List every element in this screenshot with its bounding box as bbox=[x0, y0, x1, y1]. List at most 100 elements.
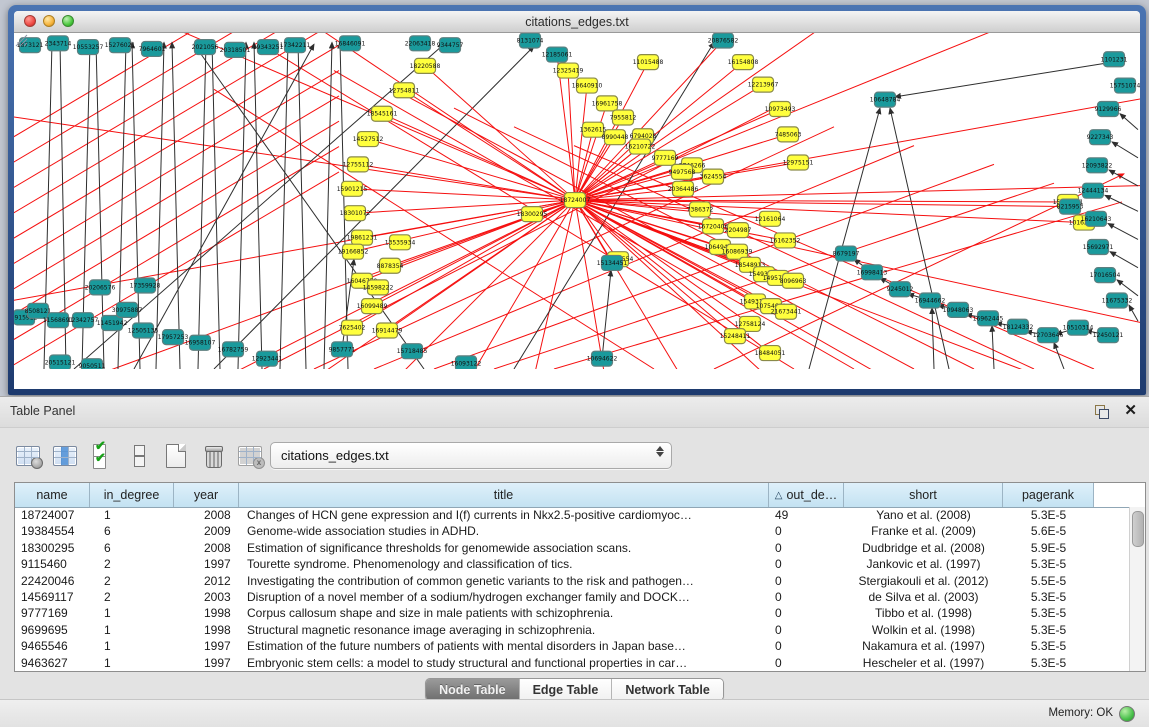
table-row[interactable]: 1830029562008Estimation of significance … bbox=[15, 540, 1130, 556]
red-edge[interactable] bbox=[568, 71, 575, 201]
table-cell[interactable]: 5.3E-5 bbox=[1003, 605, 1094, 621]
table-cell[interactable]: 1997 bbox=[174, 638, 239, 654]
graph-node[interactable]: 20515121 bbox=[45, 355, 76, 369]
black-edge[interactable] bbox=[932, 308, 934, 369]
column-header-name[interactable]: name bbox=[15, 483, 90, 507]
graph-node[interactable]: 22063418 bbox=[405, 36, 436, 51]
graph-node[interactable]: 19166852 bbox=[338, 244, 369, 259]
column-header-year[interactable]: year bbox=[174, 483, 239, 507]
close-window-icon[interactable] bbox=[24, 15, 36, 27]
table-cell[interactable]: 6 bbox=[90, 523, 174, 539]
graph-node[interactable]: 17359928 bbox=[130, 278, 161, 293]
table-cell[interactable]: Tourette syndrome. Phenomenology and cla… bbox=[239, 556, 769, 572]
close-panel-icon[interactable]: ✕ bbox=[1124, 402, 1137, 420]
graph-node[interactable]: 17342211 bbox=[280, 38, 311, 53]
graph-node[interactable]: 17016504 bbox=[1090, 268, 1121, 283]
graph-node[interactable]: 12213967 bbox=[748, 77, 779, 92]
table-cell[interactable]: 18300295 bbox=[15, 540, 90, 556]
table-cell[interactable]: 5.3E-5 bbox=[1003, 622, 1094, 638]
table-cell[interactable]: 9699695 bbox=[15, 622, 90, 638]
graph-node[interactable]: 15718485 bbox=[397, 344, 428, 359]
graph-node[interactable]: 2343714 bbox=[45, 36, 72, 51]
graph-node[interactable]: 10553257 bbox=[73, 40, 104, 55]
table-cell[interactable]: de Silva et al. (2003) bbox=[844, 589, 1003, 605]
black-edge[interactable] bbox=[1108, 224, 1138, 240]
black-edge[interactable] bbox=[214, 46, 534, 369]
graph-node[interactable]: 15276021 bbox=[105, 38, 136, 53]
graph-node[interactable]: 13535934 bbox=[385, 235, 416, 250]
graph-node[interactable]: 8878354 bbox=[377, 258, 404, 273]
table-row[interactable]: 1456911722003Disruption of a novel membe… bbox=[15, 589, 1130, 605]
table-scrollbar[interactable] bbox=[1129, 507, 1145, 671]
graph-node[interactable]: 16958107 bbox=[185, 335, 216, 350]
resize-grip-icon[interactable] bbox=[14, 33, 28, 47]
table-cell[interactable]: 0 bbox=[769, 655, 844, 671]
graph-node[interactable]: 12975151 bbox=[783, 155, 814, 170]
graph-node[interactable]: 11675332 bbox=[1102, 293, 1133, 308]
graph-node[interactable]: 10948063 bbox=[943, 302, 974, 317]
graph-node[interactable]: 15901215 bbox=[337, 181, 368, 196]
table-cell[interactable]: 6 bbox=[90, 540, 174, 556]
table-cell[interactable]: 22420046 bbox=[15, 573, 90, 589]
graph-node[interactable]: 9227343 bbox=[1087, 130, 1114, 145]
tab-node-table[interactable]: Node Table bbox=[426, 679, 519, 700]
graph-node[interactable]: 9857771 bbox=[329, 342, 356, 357]
table-cell[interactable]: Hescheler et al. (1997) bbox=[844, 655, 1003, 671]
graph-node[interactable]: 14598222 bbox=[363, 280, 394, 295]
graph-node[interactable]: 18124332 bbox=[1003, 319, 1034, 334]
graph-node[interactable]: 16162352 bbox=[770, 233, 801, 248]
table-cell[interactable]: 1 bbox=[90, 605, 174, 621]
table-cell[interactable]: 5.3E-5 bbox=[1003, 507, 1094, 523]
black-edge[interactable] bbox=[156, 42, 164, 369]
black-edge[interactable] bbox=[890, 108, 949, 369]
delete-table-button[interactable] bbox=[199, 442, 227, 470]
zoom-window-icon[interactable] bbox=[62, 15, 74, 27]
graph-node[interactable]: 16961758 bbox=[592, 96, 623, 111]
graph-node[interactable]: 18301072 bbox=[340, 206, 371, 221]
black-edge[interactable] bbox=[809, 108, 880, 369]
table-cell[interactable]: Jankovic et al. (1997) bbox=[844, 556, 1003, 572]
graph-node[interactable]: 2204987 bbox=[725, 223, 752, 238]
graph-node[interactable]: 10648784 bbox=[870, 92, 901, 107]
tab-network-table[interactable]: Network Table bbox=[612, 679, 723, 700]
table-cell[interactable]: 0 bbox=[769, 638, 844, 654]
table-cell[interactable]: Investigating the contribution of common… bbox=[239, 573, 769, 589]
graph-node[interactable]: 16099489 bbox=[357, 299, 388, 314]
table-cell[interactable]: 0 bbox=[769, 605, 844, 621]
black-edge[interactable] bbox=[895, 63, 1107, 97]
network-canvas[interactable]: 1872400718220588127548111854516114527512… bbox=[14, 33, 1140, 389]
table-cell[interactable]: 2008 bbox=[174, 507, 239, 523]
graph-node[interactable]: 9245012 bbox=[887, 282, 914, 297]
graph-node[interactable]: 14527512 bbox=[353, 132, 384, 147]
table-cell[interactable]: 1997 bbox=[174, 556, 239, 572]
table-panel-header[interactable]: Table Panel ✕ bbox=[0, 396, 1149, 428]
graph-node[interactable]: 7485063 bbox=[775, 127, 802, 142]
black-edge[interactable] bbox=[198, 42, 206, 369]
table-cell[interactable]: Yano et al. (2008) bbox=[844, 507, 1003, 523]
network-view-window[interactable]: citations_edges.txt 18724007182205881275… bbox=[8, 5, 1146, 395]
table-row[interactable]: 1872400712008Changes of HCN gene express… bbox=[15, 507, 1130, 523]
graph-node[interactable]: 9777169 bbox=[652, 150, 679, 165]
table-cell[interactable]: 5.3E-5 bbox=[1003, 655, 1094, 671]
table-cell[interactable]: Estimation of the future numbers of pati… bbox=[239, 638, 769, 654]
graph-node[interactable]: 15248411 bbox=[720, 329, 751, 344]
table-cell[interactable]: 5.5E-5 bbox=[1003, 573, 1094, 589]
graph-node[interactable]: 8215953 bbox=[1057, 199, 1084, 214]
tab-edge-table[interactable]: Edge Table bbox=[520, 679, 613, 700]
column-header-pagerank[interactable]: pagerank bbox=[1003, 483, 1094, 507]
graph-node[interactable]: 16210643 bbox=[1081, 211, 1112, 226]
table-cell[interactable]: 0 bbox=[769, 523, 844, 539]
citation-network-graph[interactable]: 1872400718220588127548111854516114527512… bbox=[14, 33, 1140, 369]
table-cell[interactable]: Disruption of a novel member of a sodium… bbox=[239, 589, 769, 605]
table-cell[interactable]: 2003 bbox=[174, 589, 239, 605]
graph-node[interactable]: 12185061 bbox=[542, 47, 573, 62]
table-cell[interactable]: Embryonic stem cells: a model to study s… bbox=[239, 655, 769, 671]
graph-node[interactable]: 1101231 bbox=[1101, 52, 1128, 67]
table-settings-button[interactable] bbox=[14, 442, 42, 470]
red-edge[interactable] bbox=[514, 127, 1034, 369]
graph-node[interactable]: 12703646 bbox=[1033, 328, 1064, 343]
graph-node[interactable]: 11015488 bbox=[633, 55, 664, 70]
graph-node[interactable]: 7964601 bbox=[139, 41, 166, 56]
graph-node[interactable]: 9344757 bbox=[437, 38, 464, 53]
graph-node[interactable]: 21673441 bbox=[771, 304, 802, 319]
